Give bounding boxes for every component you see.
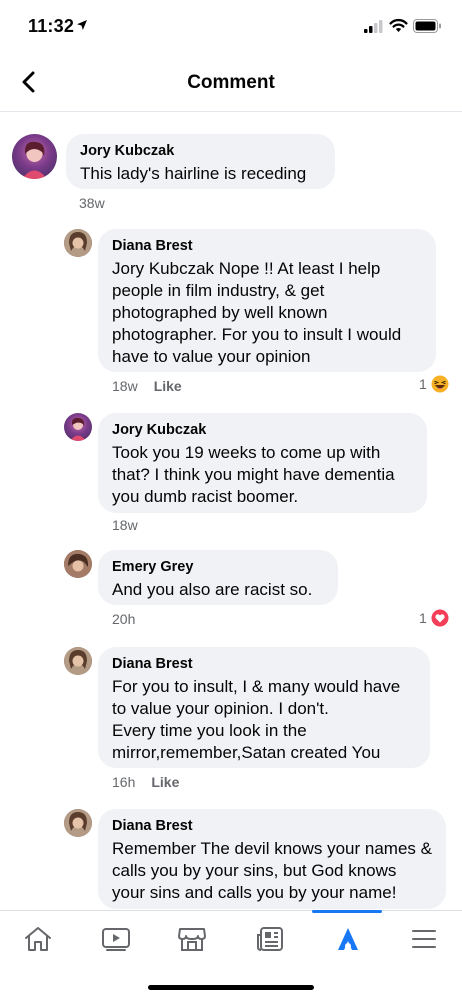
status-time: 11:32 [28,16,75,36]
avatar[interactable] [64,413,92,441]
comment-author[interactable]: Jory Kubczak [112,422,413,438]
avatar-image [64,809,92,837]
comment-bubble[interactable]: Emery Grey And you also are racist so. [98,550,338,605]
avatar[interactable] [12,134,57,179]
comment-bubble[interactable]: Diana Brest For you to insult, I & many … [98,647,430,768]
cellular-signal-icon [364,20,383,33]
like-button[interactable]: Like [154,378,182,394]
comment-bubble[interactable]: Diana Brest Jory Kubczak Nope !! At leas… [98,229,436,372]
tab-news[interactable] [250,923,290,955]
comment-meta: 20h [112,611,135,627]
home-indicator [148,985,314,990]
tab-home[interactable] [18,923,58,955]
header: Comment [0,54,462,112]
comment-author[interactable]: Diana Brest [112,818,432,834]
comment-list: Jory Kubczak This lady's hairline is rec… [0,113,462,910]
comment-author[interactable]: Emery Grey [112,559,324,575]
reaction-count: 1 [419,610,427,626]
tab-profile[interactable] [328,923,368,955]
comment-text: Jory Kubczak Nope !! At least I help peo… [112,259,402,366]
comment-time[interactable]: 16h [112,774,135,790]
comment-author[interactable]: Diana Brest [112,238,422,254]
avatar-image [64,647,92,675]
tab-video[interactable] [96,923,136,955]
comment-author[interactable]: Diana Brest [112,656,416,672]
comment-time[interactable]: 38w [79,195,105,211]
comment-meta: 38w [79,195,105,211]
location-arrow-icon [77,20,87,30]
avatar[interactable] [64,229,92,257]
avatar[interactable] [64,809,92,837]
profile-icon [338,928,358,950]
comment-time[interactable]: 20h [112,611,135,627]
comment-bubble[interactable]: Jory Kubczak This lady's hairline is rec… [66,134,335,189]
video-icon [102,928,130,951]
like-button[interactable]: Like [151,774,179,790]
comment-meta: 18w Like [112,378,182,394]
reaction-summary[interactable]: 1 [419,609,449,627]
avatar-image [64,550,92,578]
avatar-image [22,141,47,179]
comment-bubble[interactable]: Jory Kubczak Took you 19 weeks to come u… [98,413,427,513]
comment-time[interactable]: 18w [112,378,138,394]
comment-meta: 16h Like [112,774,179,790]
avatar[interactable] [64,550,92,578]
comment-text: Took you 19 weeks to come up with that? … [112,443,395,506]
comment-time[interactable]: 18w [112,517,138,533]
battery-icon [413,19,441,33]
comment-author[interactable]: Jory Kubczak [80,143,321,159]
tab-menu[interactable] [404,923,444,955]
status-bar: 11:32 [0,0,462,54]
comment-text: This lady's hairline is receding [80,164,307,183]
news-icon [257,927,283,951]
menu-icon [412,930,436,948]
love-reaction-icon [431,609,449,627]
comment-text: And you also are racist so. [112,580,313,599]
active-tab-indicator [312,910,382,913]
haha-reaction-icon [431,375,449,393]
marketplace-icon [178,928,206,951]
comment-bubble[interactable]: Diana Brest Remember The devil knows you… [98,809,446,909]
avatar-image [64,229,92,257]
tab-marketplace[interactable] [172,923,212,955]
avatar[interactable] [64,647,92,675]
wifi-icon [389,18,408,32]
home-icon [25,927,51,951]
avatar-image [70,417,86,441]
page-title: Comment [187,72,275,93]
comment-text: For you to insult, I & many would have t… [112,677,401,762]
reaction-summary[interactable]: 1 [419,375,449,393]
bottom-tab-bar [0,910,462,1000]
comment-text: Remember The devil knows your names & ca… [112,839,432,902]
comment-meta: 18w [112,517,138,533]
reaction-count: 1 [419,376,427,392]
